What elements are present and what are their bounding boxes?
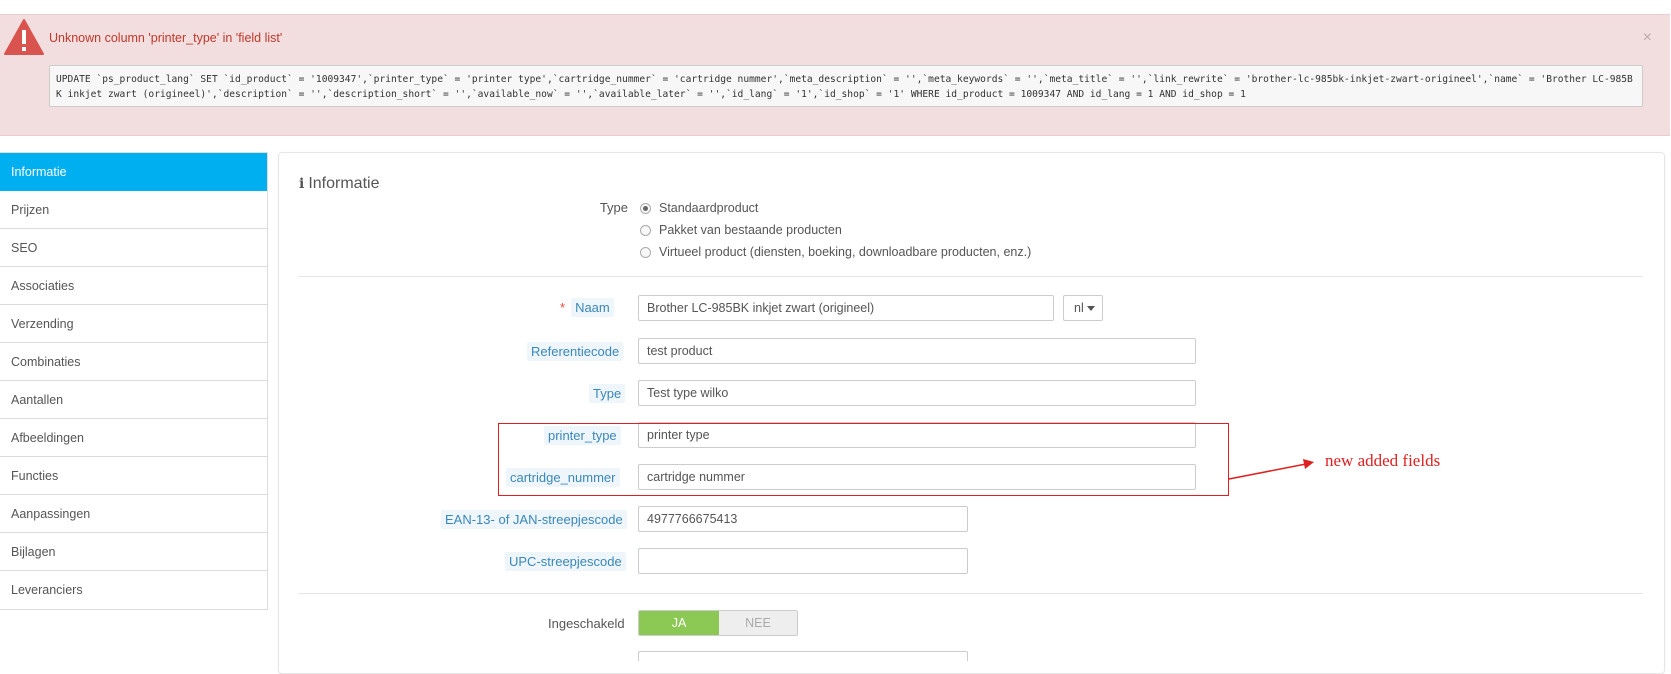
next-field-input[interactable] <box>638 651 968 661</box>
referentiecode-label: Referentiecode <box>527 342 624 361</box>
sidebar-item-combinaties[interactable]: Combinaties <box>0 343 267 381</box>
naam-label: * Naam <box>560 298 614 317</box>
sidebar-item-leveranciers[interactable]: Leveranciers <box>0 571 267 609</box>
divider <box>298 593 1643 594</box>
ingeschakeld-label: Ingeschakeld <box>548 616 625 631</box>
type-option-label: Pakket van bestaande producten <box>659 223 842 237</box>
sidebar-item-bijlagen[interactable]: Bijlagen <box>0 533 267 571</box>
type-option-standaard[interactable]: Standaardproduct <box>640 201 758 215</box>
type-input[interactable]: Test type wilko <box>638 380 1196 406</box>
divider <box>298 276 1643 277</box>
language-value: nl <box>1074 301 1084 315</box>
type-option-pakket[interactable]: Pakket van bestaande producten <box>640 223 842 237</box>
sidebar-item-informatie[interactable]: Informatie <box>0 153 267 191</box>
type-option-virtueel[interactable]: Virtueel product (diensten, boeking, dow… <box>640 245 1031 259</box>
annotation-highlight-box <box>498 423 1229 496</box>
informatie-panel: i Informatie <box>278 152 1665 674</box>
annotation-text: new added fields <box>1325 451 1441 470</box>
product-tabs-sidebar: Informatie Prijzen SEO Associaties Verze… <box>0 152 268 610</box>
sidebar-item-seo[interactable]: SEO <box>0 229 267 267</box>
sidebar-item-associaties[interactable]: Associaties <box>0 267 267 305</box>
naam-label-text: Naam <box>571 298 614 317</box>
sql-query: UPDATE `ps_product_lang` SET `id_product… <box>49 65 1643 107</box>
required-marker: * <box>560 300 566 315</box>
annotation-arrow-icon <box>1228 459 1314 480</box>
naam-input[interactable]: Brother LC-985BK inkjet zwart (origineel… <box>638 295 1054 321</box>
sidebar-item-aantallen[interactable]: Aantallen <box>0 381 267 419</box>
sidebar-item-functies[interactable]: Functies <box>0 457 267 495</box>
panel-title: i Informatie <box>299 175 379 193</box>
toggle-on[interactable]: JA <box>639 611 719 635</box>
ean13-input[interactable]: 4977766675413 <box>638 506 968 532</box>
upc-input[interactable] <box>638 548 968 574</box>
ean13-label: EAN-13- of JAN-streepjescode <box>441 510 627 529</box>
caret-down-icon <box>1086 306 1095 312</box>
type-label: Type <box>599 200 628 215</box>
type-option-label: Virtueel product (diensten, boeking, dow… <box>659 245 1032 259</box>
type-field-label: Type <box>589 384 626 403</box>
sidebar-item-afbeeldingen[interactable]: Afbeeldingen <box>0 419 267 457</box>
referentiecode-input[interactable]: test product <box>638 338 1196 364</box>
info-icon: i <box>299 176 305 192</box>
close-icon[interactable]: × <box>1643 29 1652 47</box>
warning-icon <box>4 19 44 55</box>
sidebar-item-aanpassingen[interactable]: Aanpassingen <box>0 495 267 533</box>
toggle-off[interactable]: NEE <box>719 611 797 635</box>
sidebar-item-prijzen[interactable]: Prijzen <box>0 191 267 229</box>
error-message: Unknown column 'printer_type' in 'field … <box>49 31 283 45</box>
error-alert: Unknown column 'printer_type' in 'field … <box>0 14 1670 136</box>
type-option-label: Standaardproduct <box>659 201 759 215</box>
radio-icon[interactable] <box>640 246 651 258</box>
sidebar-item-verzending[interactable]: Verzending <box>0 305 267 343</box>
language-dropdown[interactable]: nl <box>1063 295 1103 321</box>
ingeschakeld-toggle[interactable]: JA NEE <box>638 610 798 636</box>
radio-checked-icon[interactable] <box>640 202 651 214</box>
upc-label: UPC-streepjescode <box>505 552 626 571</box>
radio-icon[interactable] <box>640 224 651 236</box>
panel-title-text: Informatie <box>308 175 380 192</box>
